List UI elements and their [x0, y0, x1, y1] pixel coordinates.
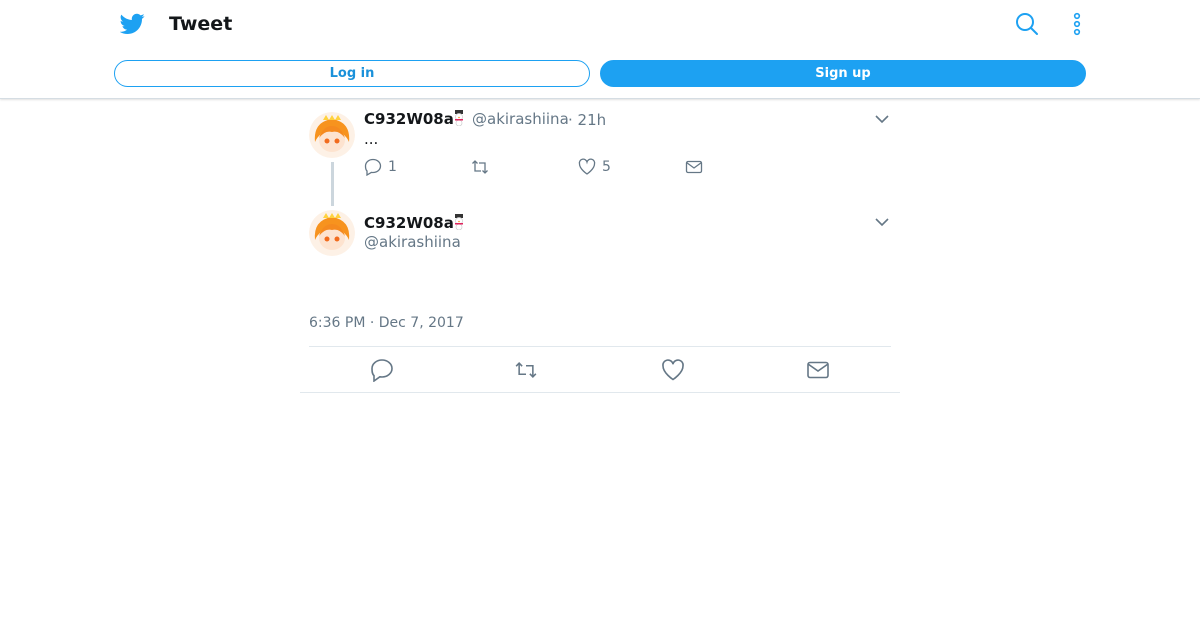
avatar[interactable]: [309, 210, 355, 256]
author-handle[interactable]: @akirashiina: [472, 110, 569, 128]
tweet-time[interactable]: · 21h: [568, 111, 606, 129]
divider: [309, 346, 891, 347]
divider: [300, 392, 900, 393]
reply-count: 1: [388, 159, 397, 175]
avatar[interactable]: [309, 112, 355, 158]
twitter-bird-icon[interactable]: [120, 13, 145, 35]
chevron-down-icon[interactable]: [875, 218, 889, 227]
signup-button[interactable]: Sign up: [600, 60, 1086, 87]
like-button[interactable]: 5: [578, 158, 611, 176]
tweet-text: ...: [364, 130, 379, 148]
author-handle[interactable]: @akirashiina: [364, 233, 461, 251]
mail-icon: [685, 160, 703, 174]
snowman-emoji-icon: [455, 214, 463, 230]
login-button[interactable]: Log in: [114, 60, 590, 87]
page-title: Tweet: [169, 13, 233, 35]
heart-icon: [578, 158, 596, 175]
retweet-icon[interactable]: [514, 358, 538, 382]
heart-icon[interactable]: [661, 358, 685, 382]
thread-line: [331, 162, 334, 206]
author-name[interactable]: C932W08a: [364, 214, 454, 232]
retweet-button[interactable]: [471, 158, 489, 176]
retweet-icon: [472, 160, 488, 174]
search-icon[interactable]: [1015, 12, 1039, 36]
direct-message-button[interactable]: [685, 158, 703, 176]
reply-button[interactable]: 1: [364, 158, 397, 176]
reply-icon[interactable]: [370, 358, 394, 382]
chevron-down-icon[interactable]: [875, 115, 889, 124]
author-name[interactable]: C932W08a: [364, 110, 454, 128]
tweet-timestamp[interactable]: 6:36 PM · Dec 7, 2017: [309, 315, 464, 331]
snowman-emoji-icon: [455, 110, 463, 126]
more-vertical-icon[interactable]: [1071, 12, 1083, 36]
top-header: Tweet Log in Sign up: [0, 0, 1200, 99]
like-count: 5: [602, 159, 611, 175]
mail-icon[interactable]: [806, 358, 830, 382]
reply-icon: [364, 158, 382, 176]
